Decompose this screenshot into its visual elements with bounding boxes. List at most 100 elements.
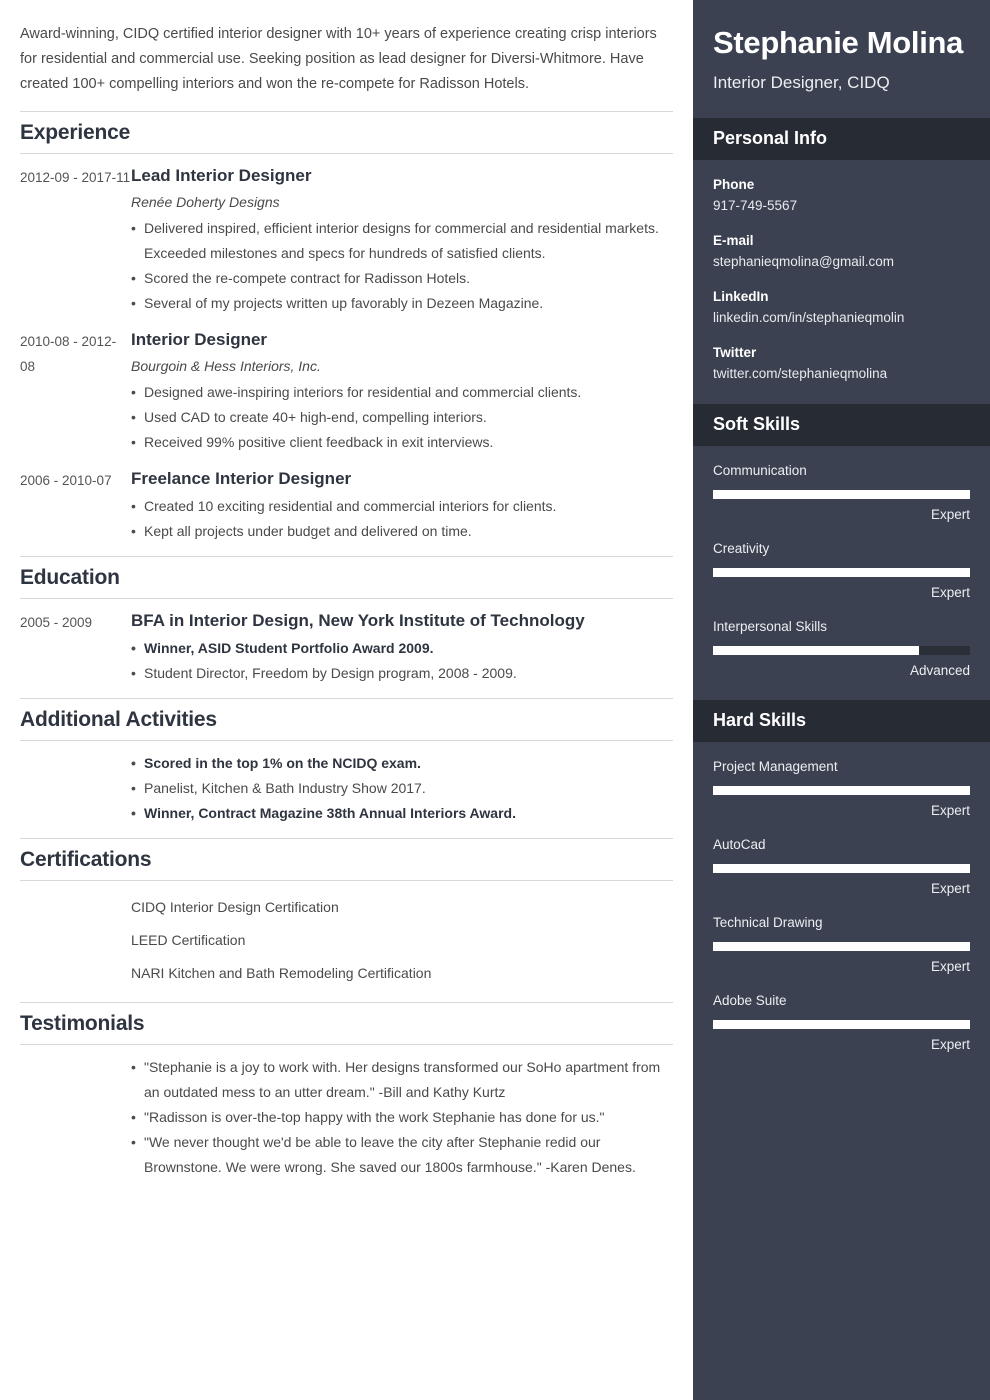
entry-dates [20,751,131,826]
skill-level-label: Expert [930,585,970,600]
sidebar-header-hard-skills: Hard Skills [693,700,990,742]
contact-label: Twitter [713,345,757,360]
entry-dates: 2006 - 2010-07 [20,473,112,488]
section-experience: Experience 2012-09 - 2017-11 Lead Interio… [20,111,673,544]
personal-info-body: Phone 917-749-5567 E-mail stephanieqmolina@… [693,160,990,404]
skill-progress-fill [713,490,970,499]
skill-progress-fill [713,1020,970,1029]
section-header-additional-activities: Additional Activities [20,698,673,741]
section-testimonials: Testimonials "Stephanie is a joy to work… [20,1002,673,1180]
entry-bullet-list: Created 10 exciting residential and comm… [131,494,665,544]
bullet-item: Scored in the top 1% on the NCIDQ exam. [131,751,665,776]
sidebar-header-personal-info: Personal Info [693,118,990,160]
skill-name: Adobe Suite [713,993,787,1008]
resume-entry: 2006 - 2010-07 Freelance Interior Designe… [20,467,673,544]
section-title: Experience [20,121,131,144]
certifications-list: CIDQ Interior Design Certification LEED C… [131,891,673,990]
bullet-item: Designed awe-inspiring interiors for res… [131,380,665,405]
entry-company: Renée Doherty Designs [131,194,280,210]
bullet-item: Received 99% positive client feedback in… [131,430,665,455]
skill-item: Interpersonal Skills Advanced [713,616,970,682]
certification-item: NARI Kitchen and Bath Remodeling Certifi… [131,965,432,981]
main-column: Award-winning, CIDQ certified interior d… [0,0,693,1400]
resume-entry: 2005 - 2009 BFA in Interior Design, New Y… [20,609,673,686]
entry-body: BFA in Interior Design, New York Institu… [131,609,673,686]
resume-entry: 2012-09 - 2017-11 Lead Interior Designer R… [20,164,673,316]
testimonials-entries: "Stephanie is a joy to work with. Her de… [20,1055,673,1180]
skill-progress-bar [713,490,970,499]
resume-entry: 2010-08 - 2012-08 Interior Designer Bourgo… [20,328,673,455]
skill-progress-bar [713,1020,970,1029]
bullet-item: Winner, ASID Student Portfolio Award 200… [131,636,665,661]
skill-item: Communication Expert [713,460,970,526]
skill-item: Project Management Expert [713,756,970,822]
skill-progress-fill [713,568,970,577]
skill-item: AutoCad Expert [713,834,970,900]
skill-progress-bar [713,568,970,577]
section-title: Additional Activities [20,708,217,731]
bullet-item: Scored the re-compete contract for Radis… [131,266,665,291]
skill-progress-bar [713,942,970,951]
skill-progress-fill [713,864,970,873]
resume-page: Award-winning, CIDQ certified interior d… [0,0,990,1400]
section-title: Certifications [20,848,152,871]
entry-bullet-list: Winner, ASID Student Portfolio Award 200… [131,636,665,686]
section-header-testimonials: Testimonials [20,1002,673,1045]
entry-bullet-list: Designed awe-inspiring interiors for res… [131,380,665,455]
entry-title: Interior Designer [131,330,268,349]
entry-body: Freelance Interior Designer Created 10 ex… [131,467,673,544]
skill-progress-bar [713,646,970,655]
entry-body: Interior Designer Bourgoin & Hess Interio… [131,328,673,455]
skill-item: Technical Drawing Expert [713,912,970,978]
bullet-item: Student Director, Freedom by Design prog… [131,661,665,686]
entry-body: Scored in the top 1% on the NCIDQ exam.P… [131,751,673,826]
contact-label: LinkedIn [713,289,769,304]
certification-item: LEED Certification [131,932,246,948]
skill-name: Communication [713,463,807,478]
sidebar-section-title: Personal Info [713,128,828,148]
bullet-item: Used CAD to create 40+ high-end, compell… [131,405,665,430]
skill-level-label: Expert [930,881,970,896]
entry-title: BFA in Interior Design, New York Institu… [131,611,585,630]
skill-name: AutoCad [713,837,766,852]
skill-progress-fill [713,786,970,795]
skill-name: Creativity [713,541,770,556]
additional-activities-entries: Scored in the top 1% on the NCIDQ exam.P… [20,751,673,826]
entry-dates: 2005 - 2009 [20,615,93,630]
entry-dates [20,1055,131,1180]
contact-value[interactable]: linkedin.com/in/stephanieqmolin [713,307,970,329]
entry-bullet-list: Scored in the top 1% on the NCIDQ exam.P… [131,751,665,826]
bullet-item: "Radisson is over-the-top happy with the… [131,1105,665,1130]
contact-value[interactable]: stephanieqmolina@gmail.com [713,251,970,273]
professional-summary: Award-winning, CIDQ certified interior d… [20,26,657,92]
sidebar-identity: Stephanie Molina Interior Designer, CIDQ [693,0,990,118]
bullet-item: Winner, Contract Magazine 38th Annual In… [131,801,665,826]
skill-name: Interpersonal Skills [713,619,828,634]
bullet-item: Kept all projects under budget and deliv… [131,519,665,544]
contact-value[interactable]: twitter.com/stephanieqmolina [713,363,970,385]
soft-skills-body: Communication Expert Creativity Expert Inter… [693,446,990,700]
skill-item: Adobe Suite Expert [713,990,970,1056]
skill-level-label: Expert [930,507,970,522]
entry-bullet-list: Delivered inspired, efficient interior d… [131,216,665,316]
resume-entry: "Stephanie is a joy to work with. Her de… [20,1055,673,1180]
skill-progress-bar [713,786,970,795]
skill-name: Technical Drawing [713,915,823,930]
entry-title: Freelance Interior Designer [131,469,352,488]
bullet-item: "We never thought we'd be able to leave … [131,1130,665,1180]
contact-value[interactable]: 917-749-5567 [713,195,970,217]
entry-body: Lead Interior Designer Renée Doherty Desi… [131,164,673,316]
candidate-name: Stephanie Molina [713,25,964,60]
certifications-entry: CIDQ Interior Design Certification LEED C… [20,891,673,990]
entry-dates: 2012-09 - 2017-11 [20,170,131,185]
certification-item: CIDQ Interior Design Certification [131,899,339,915]
bullet-item: Panelist, Kitchen & Bath Industry Show 2… [131,776,665,801]
hard-skills-body: Project Management Expert AutoCad Expert Tec… [693,742,990,1074]
education-entries: 2005 - 2009 BFA in Interior Design, New Y… [20,609,673,686]
candidate-role: Interior Designer, CIDQ [713,73,890,92]
sidebar-section-title: Soft Skills [713,414,801,434]
bullet-item: Created 10 exciting residential and comm… [131,494,665,519]
entry-bullet-list: "Stephanie is a joy to work with. Her de… [131,1055,665,1180]
section-header-certifications: Certifications [20,838,673,881]
contact-item: E-mail stephanieqmolina@gmail.com [713,230,970,273]
